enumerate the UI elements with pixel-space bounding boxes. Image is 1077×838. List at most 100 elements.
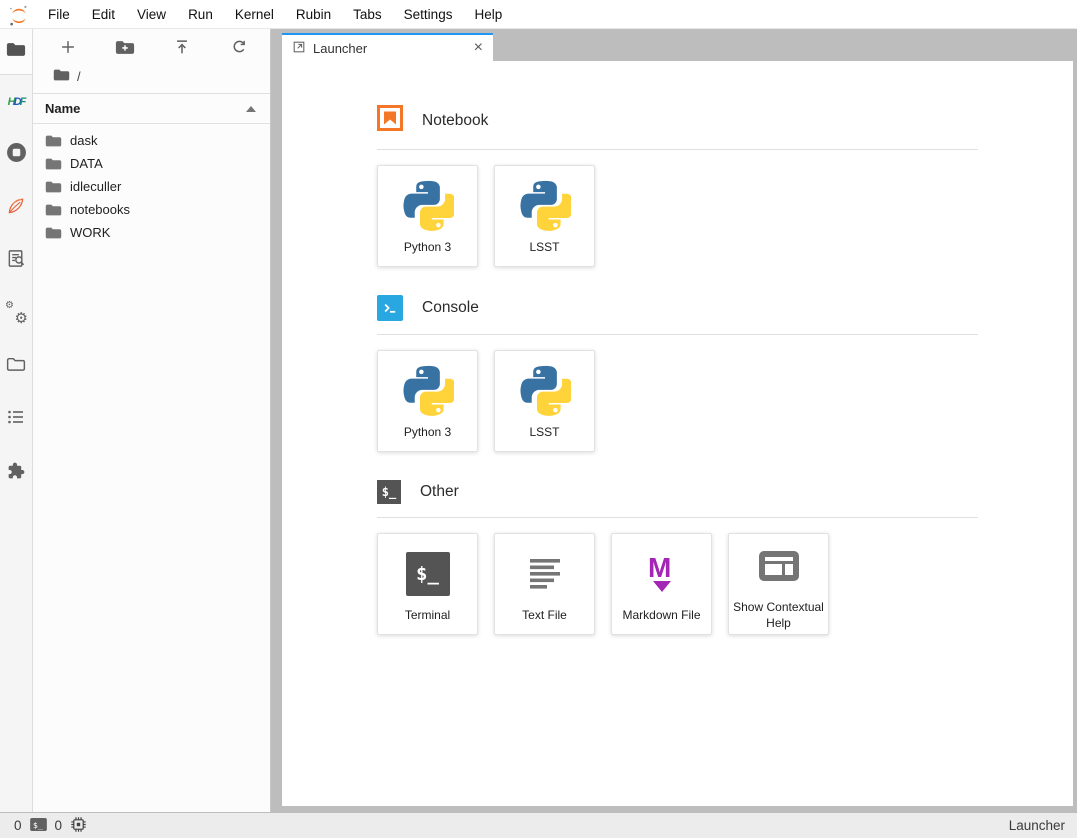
markdown-icon: M <box>640 545 684 603</box>
jupyter-logo-icon <box>0 1 37 27</box>
folder-name: DATA <box>70 156 103 171</box>
upload-button[interactable] <box>169 34 195 60</box>
launcher-section-notebook: Notebook Python 3 <box>377 105 978 267</box>
menu-bar: File Edit View Run Kernel Rubin Tabs Set… <box>0 0 1077 29</box>
launcher-card-console-lsst[interactable]: LSST <box>494 350 595 452</box>
python-logo-icon <box>519 362 571 420</box>
new-launcher-button[interactable] <box>55 34 81 60</box>
folder-row[interactable]: dask <box>33 129 270 152</box>
extension-manager-icon <box>6 460 27 486</box>
sidebar-tab-running-sessions[interactable] <box>0 128 32 181</box>
tab-launcher[interactable]: Launcher × <box>282 33 493 61</box>
launcher-panel: Notebook Python 3 <box>282 61 1073 806</box>
menu-settings[interactable]: Settings <box>393 3 464 26</box>
text-file-icon <box>523 545 567 603</box>
close-icon[interactable]: × <box>474 40 483 56</box>
section-divider <box>377 149 978 150</box>
launcher-section-other: $_ Other $_ Terminal <box>377 480 978 635</box>
file-browser-panel: / Name dask DATA idleculler notebooks <box>33 29 271 812</box>
folder-outline-icon <box>6 356 26 378</box>
hdf5-icon: HDF <box>8 96 25 108</box>
launcher-card-console-python3[interactable]: Python 3 <box>377 350 478 452</box>
leaf-icon <box>6 195 27 221</box>
folder-row[interactable]: DATA <box>33 152 270 175</box>
sidebar-tab-table-of-contents[interactable] <box>0 393 32 446</box>
section-title: Notebook <box>422 112 488 130</box>
sidebar-tab-leaf[interactable] <box>0 181 32 234</box>
menu-view[interactable]: View <box>126 3 177 26</box>
card-label: LSST <box>525 425 563 441</box>
tab-bar: Launcher × <box>282 33 1073 61</box>
card-label: Terminal <box>401 608 454 624</box>
launcher-card-notebook-lsst[interactable]: LSST <box>494 165 595 267</box>
terminals-count: 0 <box>14 818 22 833</box>
breadcrumb-path: / <box>77 69 81 84</box>
launcher-card-contextual-help[interactable]: Show Contextual Help <box>728 533 829 635</box>
card-label: LSST <box>525 240 563 256</box>
sidebar-tab-folder-outline[interactable] <box>0 340 32 393</box>
folder-name: dask <box>70 133 97 148</box>
notebook-icon <box>377 105 403 136</box>
section-header: Console <box>377 295 978 321</box>
terminal-icon: $_ <box>406 545 450 603</box>
left-sidebar: HDF <box>0 29 33 812</box>
kernels-count: 0 <box>55 818 63 833</box>
gears-icon: ⚙⚙ <box>6 304 26 324</box>
menu-edit[interactable]: Edit <box>81 3 126 26</box>
menu-help[interactable]: Help <box>463 3 513 26</box>
menu-rubin[interactable]: Rubin <box>285 3 342 26</box>
terminal-icon: $_ <box>377 480 401 504</box>
folder-row[interactable]: notebooks <box>33 198 270 221</box>
section-divider <box>377 517 978 518</box>
menu-file[interactable]: File <box>37 3 81 26</box>
running-sessions-status[interactable]: 0 $_ 0 <box>14 816 87 836</box>
contextual-help-icon <box>757 537 801 595</box>
launcher-icon <box>292 40 306 57</box>
context-label: Launcher <box>1009 818 1065 833</box>
launcher-card-terminal[interactable]: $_ Terminal <box>377 533 478 635</box>
file-list-header[interactable]: Name <box>33 93 270 124</box>
section-title: Other <box>420 483 459 501</box>
card-label: Show Contextual Help <box>729 600 828 631</box>
section-header: Notebook <box>377 105 978 136</box>
breadcrumb[interactable]: / <box>33 65 270 93</box>
section-header: $_ Other <box>377 480 978 504</box>
sidebar-tab-inspector[interactable] <box>0 234 32 287</box>
folder-row[interactable]: idleculler <box>33 175 270 198</box>
launcher-card-notebook-python3[interactable]: Python 3 <box>377 165 478 267</box>
inspector-icon <box>6 248 27 274</box>
file-browser-icon <box>6 41 26 63</box>
launcher-card-text-file[interactable]: Text File <box>494 533 595 635</box>
console-icon <box>377 295 403 321</box>
launcher-card-markdown-file[interactable]: M Markdown File <box>611 533 712 635</box>
terminal-status-icon: $_ <box>30 818 47 834</box>
running-sessions-icon <box>6 142 27 168</box>
svg-text:M: M <box>648 552 671 583</box>
card-row: Python 3 LSST <box>377 165 978 267</box>
menu-run[interactable]: Run <box>177 3 224 26</box>
sidebar-tab-file-browser[interactable] <box>0 29 32 75</box>
dock-panel: Launcher × Notebook <box>271 29 1077 812</box>
sidebar-tab-hdf5[interactable]: HDF <box>0 75 32 128</box>
menu-tabs[interactable]: Tabs <box>342 3 393 26</box>
home-folder-icon <box>53 68 70 85</box>
card-label: Markdown File <box>618 608 704 624</box>
folder-name: notebooks <box>70 202 130 217</box>
new-folder-button[interactable] <box>112 34 138 60</box>
file-browser-toolbar <box>33 29 270 65</box>
sidebar-tab-gears[interactable]: ⚙⚙ <box>0 287 32 340</box>
python-logo-icon <box>402 362 454 420</box>
menu-kernel[interactable]: Kernel <box>224 3 285 26</box>
kernel-chip-icon <box>70 816 87 836</box>
sidebar-tab-extension-manager[interactable] <box>0 446 32 499</box>
sort-ascending-icon <box>246 106 256 112</box>
launcher-section-console: Console Python 3 <box>377 295 978 452</box>
refresh-button[interactable] <box>226 34 252 60</box>
name-column-header: Name <box>45 101 80 116</box>
folder-row[interactable]: WORK <box>33 221 270 244</box>
card-label: Text File <box>518 608 571 624</box>
table-of-contents-icon <box>6 407 26 432</box>
tab-label: Launcher <box>313 41 367 56</box>
card-label: Python 3 <box>400 240 455 256</box>
python-logo-icon <box>519 177 571 235</box>
